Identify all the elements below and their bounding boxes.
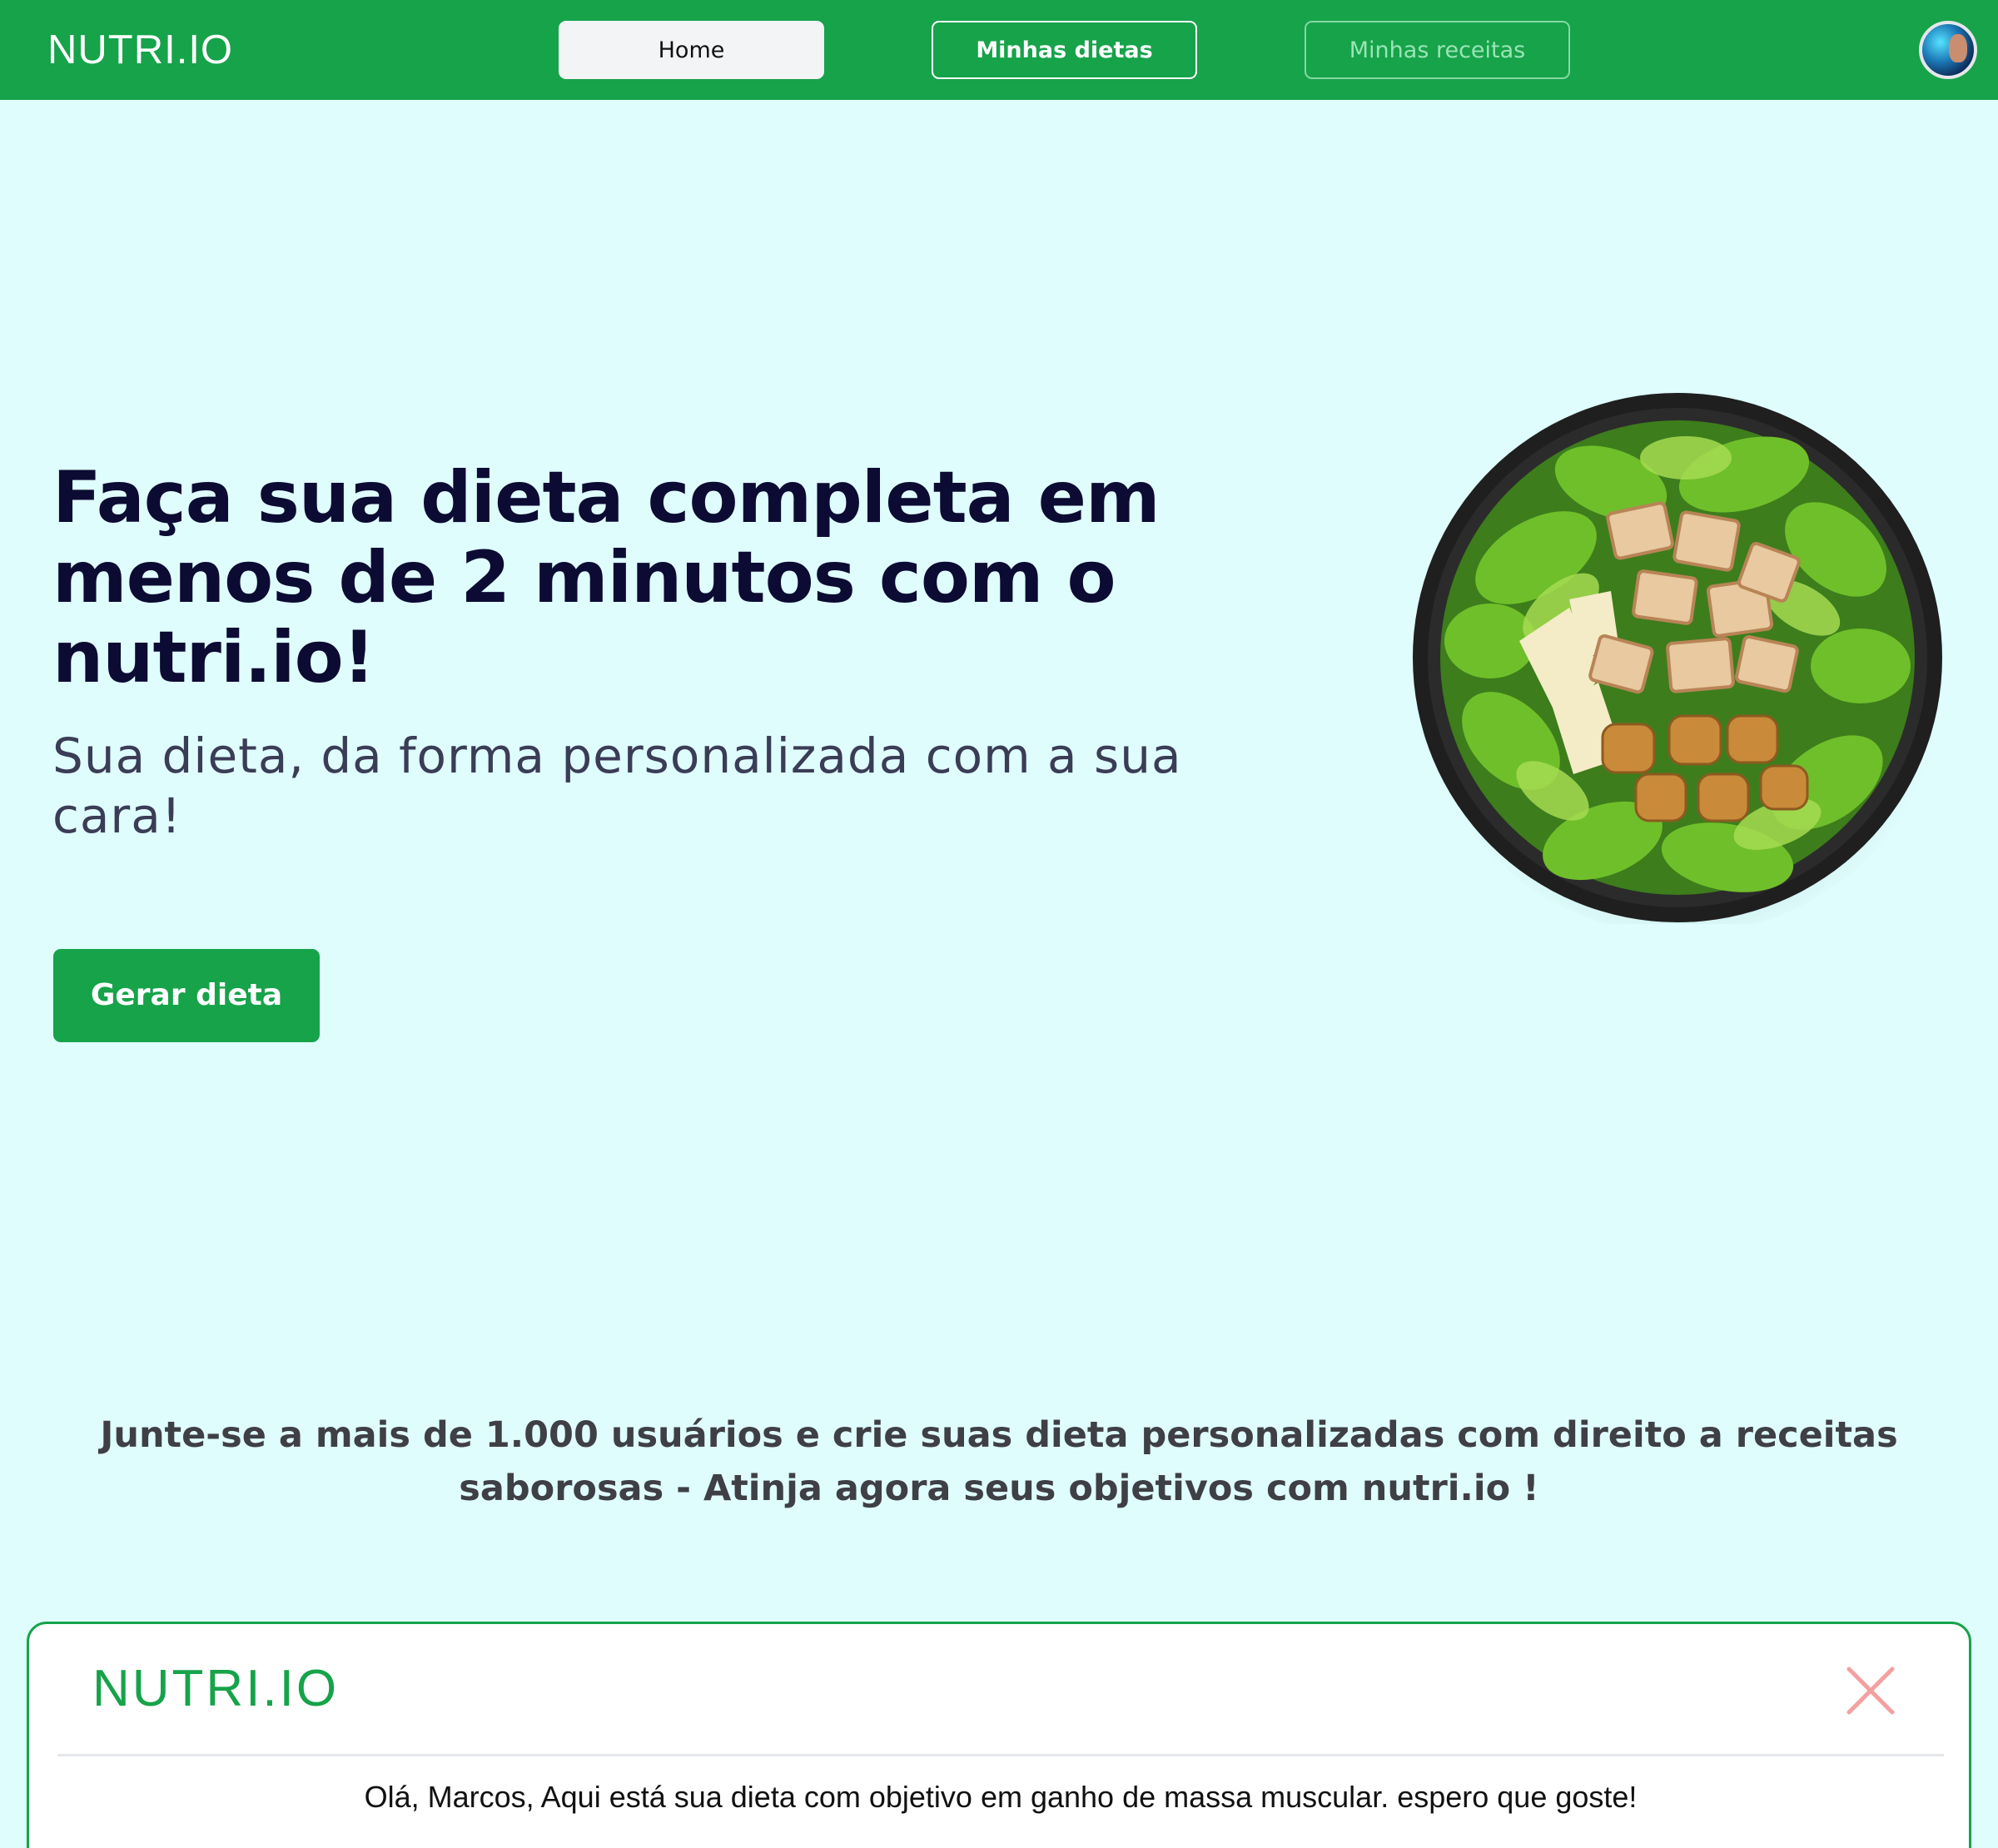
join-banner-text: Junte-se a mais de 1.000 usuários e crie… <box>100 1414 1898 1509</box>
modal-divider <box>57 1754 1944 1756</box>
nav-minhas-receitas-button[interactable]: Minhas receitas <box>1305 21 1570 79</box>
nav-home-button[interactable]: Home <box>559 21 824 79</box>
diet-modal: NUTRI.IO Olá, Marcos, Aqui está sua diet… <box>27 1622 1971 1848</box>
user-avatar[interactable] <box>1919 21 1977 79</box>
page: NUTRI.IO Home Minhas dietas Minhas recei… <box>0 0 1998 1848</box>
nav-minhas-dietas-button[interactable]: Minhas dietas <box>932 21 1197 79</box>
modal-brand: NUTRI.IO <box>92 1660 340 1717</box>
generate-diet-button[interactable]: Gerar dieta <box>53 949 320 1042</box>
modal-message: Olá, Marcos, Aqui está sua dieta com obj… <box>364 1780 1638 1814</box>
brand-logo[interactable]: NUTRI.IO <box>47 23 233 77</box>
close-icon[interactable] <box>1844 1664 1897 1717</box>
avatar-face <box>1949 34 1967 62</box>
close-x-icon <box>1846 1667 1895 1715</box>
salad-bowl-image <box>1411 391 1944 924</box>
hero-title: Faça sua dieta completa em menos de 2 mi… <box>52 456 1161 699</box>
hero-subtitle: Sua dieta, da forma personalizada com a … <box>52 728 1182 844</box>
navbar: NUTRI.IO Home Minhas dietas Minhas recei… <box>0 0 1998 100</box>
salad-bowl-icon <box>1413 393 1944 924</box>
